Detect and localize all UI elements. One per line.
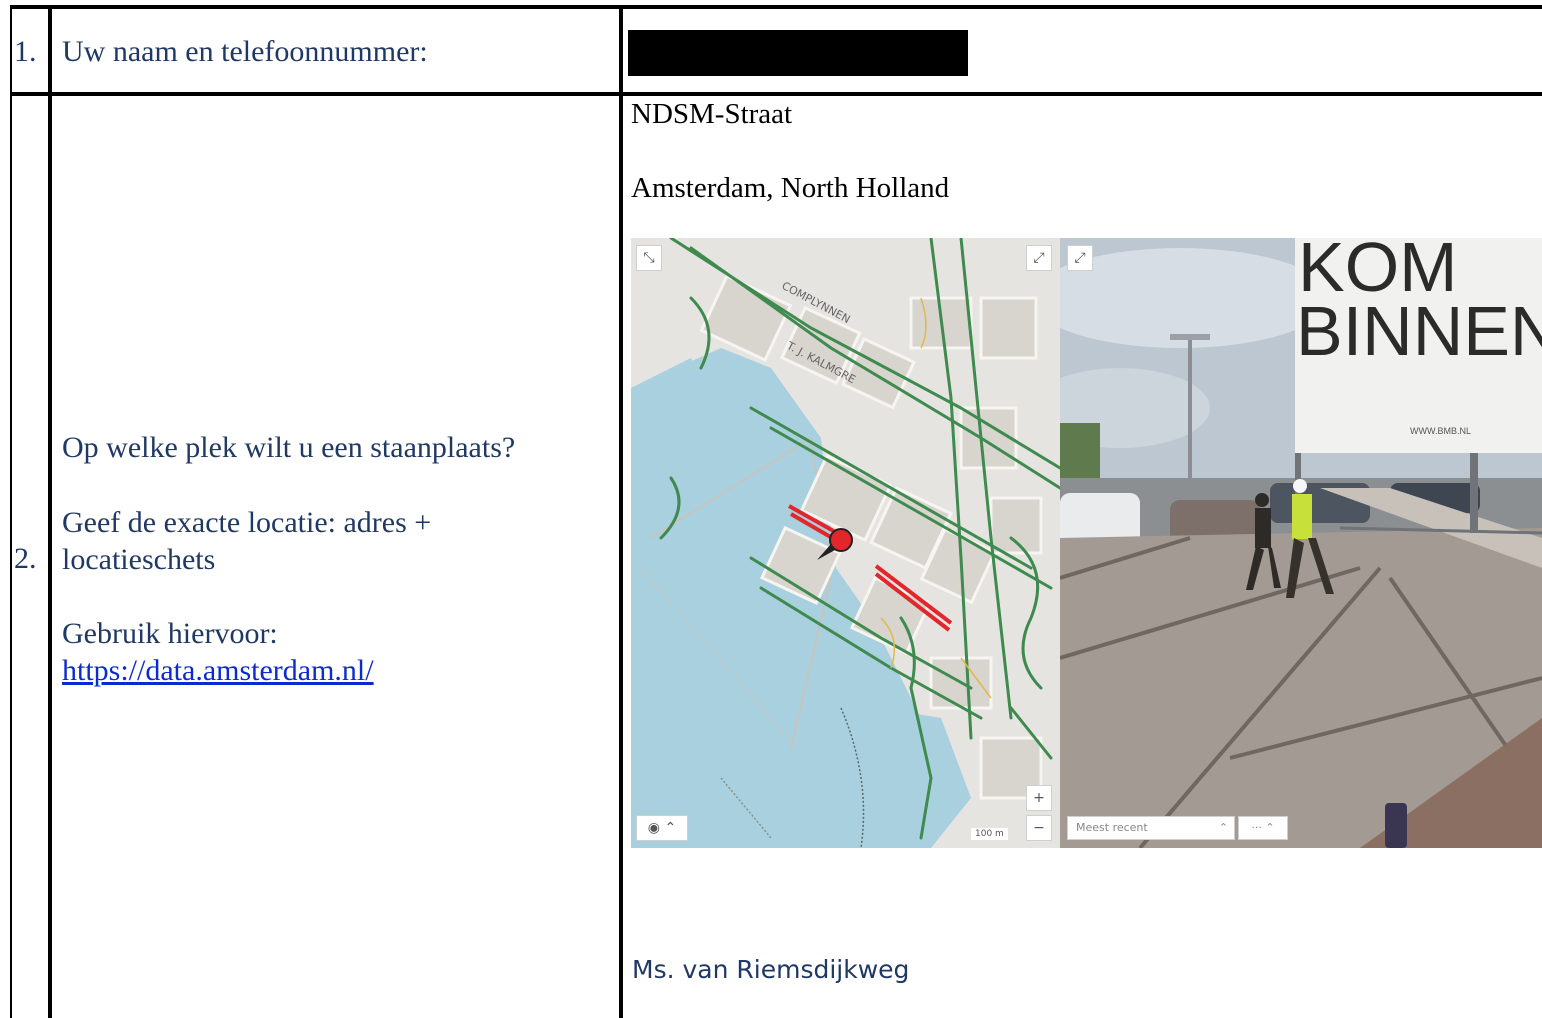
map-graphic: COMPLYNNEN T. J. KALMGRE bbox=[631, 238, 1060, 848]
map-zoom-out-button[interactable]: − bbox=[1026, 815, 1052, 841]
billboard-line-2: BINNEN bbox=[1296, 292, 1542, 370]
question-name-phone: Uw naam en telefoonnummer: bbox=[62, 35, 428, 68]
street-view-panorama[interactable]: KOM BINNEN WWW.BMB.NL ⤢ Meest recent ⌃ ·… bbox=[1060, 238, 1542, 848]
question-exact-location-sketch: locatieschets bbox=[62, 543, 216, 576]
question-location: Op welke plek wilt u een staanplaats? bbox=[62, 431, 516, 464]
table-border-left bbox=[10, 5, 12, 1018]
street-view-expand-icon[interactable]: ⤢ bbox=[1067, 245, 1093, 271]
row-number-1: 1. bbox=[14, 35, 37, 68]
redacted-answer bbox=[628, 30, 968, 76]
data-amsterdam-link-wrap: https://data.amsterdam.nl/ bbox=[62, 652, 374, 689]
location-map[interactable]: COMPLYNNEN T. J. KALMGRE ⤡ ⤢ + − ◉ ⌃ 100… bbox=[631, 238, 1060, 848]
answer-street: NDSM-Straat bbox=[631, 98, 793, 130]
street-view-date-select[interactable]: Meest recent ⌃ bbox=[1067, 816, 1235, 840]
question-use-this: Gebruik hiervoor: bbox=[62, 617, 278, 650]
billboard-url: WWW.BMB.NL bbox=[1410, 426, 1471, 436]
chevron-up-icon: ⌃ bbox=[1218, 821, 1228, 834]
question-exact-location: Geef de exacte locatie: adres + bbox=[62, 506, 432, 539]
map-scale: 100 m bbox=[971, 828, 1008, 840]
billboard-line-1: KOM bbox=[1298, 238, 1458, 306]
table-column-divider-answer bbox=[619, 5, 623, 1018]
map-fullscreen-icon[interactable]: ⤡ bbox=[636, 245, 662, 271]
row-number-2: 2. bbox=[14, 542, 37, 575]
street-view-more-button[interactable]: ··· ⌃ bbox=[1238, 816, 1288, 840]
map-expand-icon[interactable]: ⤢ bbox=[1026, 245, 1052, 271]
table-row-divider bbox=[10, 92, 1542, 96]
map-layers-button[interactable]: ◉ ⌃ bbox=[636, 815, 688, 841]
table-column-divider-number bbox=[48, 5, 52, 1018]
answer-caption: Ms. van Riemsdijkweg bbox=[632, 955, 910, 984]
table-border-top bbox=[10, 5, 1542, 9]
map-zoom-in-button[interactable]: + bbox=[1026, 785, 1052, 811]
filter-label: Meest recent bbox=[1076, 821, 1148, 834]
data-amsterdam-link[interactable]: https://data.amsterdam.nl/ bbox=[62, 654, 374, 687]
answer-city: Amsterdam, North Holland bbox=[631, 172, 950, 204]
